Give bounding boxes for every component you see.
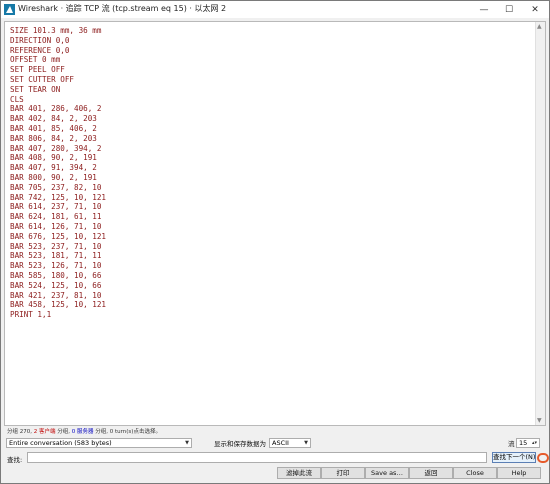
stream-line: OFFSET 0 mm [10, 55, 61, 65]
conversation-select[interactable]: Entire conversation (583 bytes) ▼ [6, 438, 192, 448]
print-button[interactable]: 打印 [321, 467, 365, 479]
stream-line: REFERENCE 0,0 [10, 45, 70, 55]
stream-line: BAR 742, 125, 10, 121 [10, 192, 107, 202]
stream-line: BAR 523, 181, 71, 11 [10, 251, 102, 261]
encoding-select-value: ASCII [272, 439, 289, 447]
conversation-select-value: Entire conversation (583 bytes) [9, 439, 112, 447]
summary-text: 分组, [95, 429, 108, 435]
stream-line: BAR 523, 237, 71, 10 [10, 241, 102, 251]
stream-line: SIZE 101.3 mm, 36 mm [10, 26, 102, 35]
spin-arrows-icon[interactable]: ▴▾ [532, 439, 537, 447]
help-button[interactable]: Help [497, 467, 541, 479]
stream-line: SET TEAR ON [10, 84, 61, 94]
encoding-select[interactable]: ASCII ▼ [269, 438, 311, 448]
stream-line: BAR 676, 125, 10, 121 [10, 231, 107, 241]
stream-lines: SIZE 101.3 mm, 36 mm DIRECTION 0,0 REFER… [10, 26, 106, 320]
stream-line: BAR 614, 237, 71, 10 [10, 202, 102, 212]
close-window-button[interactable]: ✕ [523, 1, 547, 18]
summary-text: 0 turn(s)点击选择。 [109, 429, 161, 435]
stream-line: BAR 524, 125, 10, 66 [10, 280, 102, 290]
stream-line: BAR 401, 85, 406, 2 [10, 123, 97, 133]
highlight-circle-annotation [537, 453, 549, 463]
back-button[interactable]: 返回 [409, 467, 453, 479]
title-bar[interactable]: Wireshark · 追踪 TCP 流 (tcp.stream eq 15) … [1, 1, 549, 18]
stream-number-value: 15 [519, 439, 528, 447]
summary-text: 分组, [57, 429, 70, 435]
stream-line: BAR 458, 125, 10, 121 [10, 300, 107, 310]
stream-line: BAR 624, 181, 61, 11 [10, 212, 102, 222]
find-next-button[interactable]: 查找下一个(N) [492, 452, 536, 463]
stream-line: PRINT 1,1 [10, 310, 52, 320]
stream-line: BAR 402, 84, 2, 203 [10, 114, 97, 124]
chevron-down-icon: ▼ [304, 440, 308, 446]
stream-line: BAR 806, 84, 2, 203 [10, 133, 97, 143]
stream-line: SET PEEL OFF [10, 65, 65, 75]
find-label: 查找: [7, 456, 23, 464]
filter-out-stream-button[interactable]: 滤掉此流 [277, 467, 321, 479]
stream-line: BAR 585, 180, 10, 66 [10, 270, 102, 280]
stream-number-spinbox[interactable]: 15 ▴▾ [516, 438, 540, 448]
vertical-scrollbar[interactable]: ▲ ▼ [535, 22, 545, 425]
stream-line: BAR 705, 237, 82, 10 [10, 182, 102, 192]
stream-line: BAR 800, 90, 2, 191 [10, 172, 97, 182]
wireshark-fin-icon [4, 4, 15, 15]
follow-tcp-stream-window: Wireshark · 追踪 TCP 流 (tcp.stream eq 15) … [0, 0, 550, 484]
scroll-up-arrow-icon[interactable]: ▲ [537, 23, 542, 30]
stream-line: CLS [10, 94, 24, 104]
stream-line: BAR 421, 237, 81, 10 [10, 290, 102, 300]
packet-summary: 分组 270, 2 客户端 分组, 0 服务器 分组, 0 turn(s)点击选… [7, 427, 161, 435]
format-label: 显示和保存数据为 [214, 440, 266, 448]
maximize-button[interactable]: ☐ [497, 1, 521, 18]
client-packets-label: 2 客户端 [33, 429, 56, 435]
close-button[interactable]: Close [453, 467, 497, 479]
window-title: Wireshark · 追踪 TCP 流 (tcp.stream eq 15) … [18, 4, 227, 13]
stream-line: BAR 408, 90, 2, 191 [10, 153, 97, 163]
scroll-down-arrow-icon[interactable]: ▼ [537, 417, 542, 424]
stream-line: BAR 407, 280, 394, 2 [10, 143, 102, 153]
stream-line: BAR 407, 91, 394, 2 [10, 163, 97, 173]
chevron-down-icon: ▼ [185, 440, 189, 446]
server-packets-label: 0 服务器 [71, 429, 94, 435]
stream-line: DIRECTION 0,0 [10, 35, 70, 45]
summary-text: 分组 270, [7, 429, 32, 435]
find-input[interactable] [27, 452, 487, 463]
stream-line: BAR 401, 286, 406, 2 [10, 104, 102, 114]
stream-label: 流 [508, 440, 515, 448]
stream-line: SET CUTTER OFF [10, 74, 75, 84]
stream-line: BAR 614, 126, 71, 10 [10, 221, 102, 231]
save-as-button[interactable]: Save as… [365, 467, 409, 479]
stream-line: BAR 523, 126, 71, 10 [10, 261, 102, 271]
minimize-button[interactable]: — [472, 1, 496, 18]
stream-content-pane[interactable]: SIZE 101.3 mm, 36 mm DIRECTION 0,0 REFER… [4, 21, 546, 426]
